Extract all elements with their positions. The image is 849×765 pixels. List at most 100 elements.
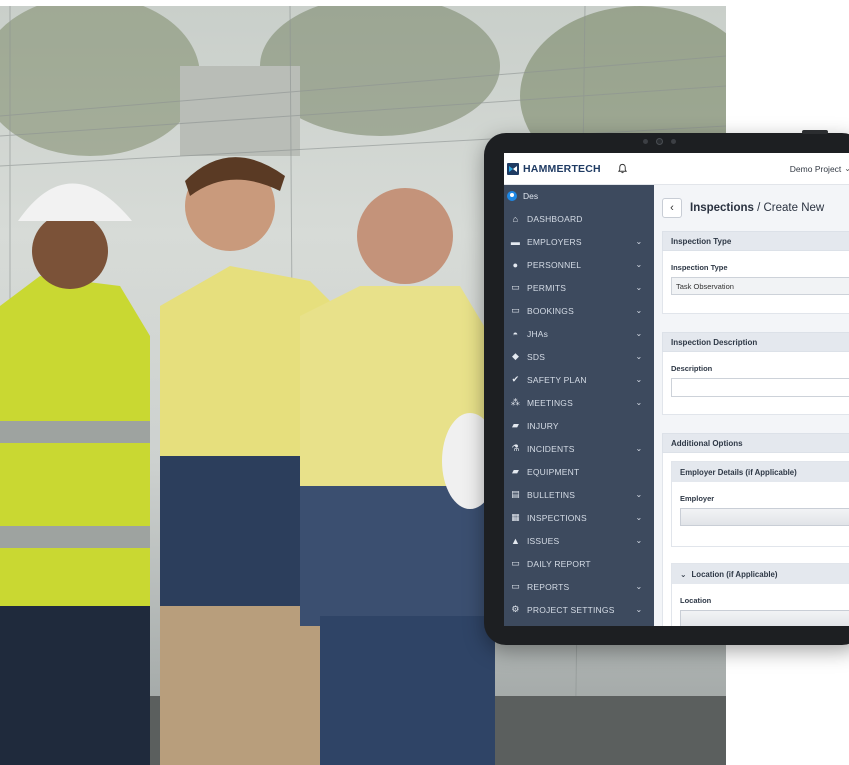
sidebar: Des ⌂ Dashboard ▬ Employers ⌄ ● Personne…: [504, 185, 654, 626]
sidebar-item-dashboard[interactable]: ⌂ Dashboard: [504, 207, 654, 230]
location-header[interactable]: ⌄ Location (if Applicable): [672, 564, 849, 584]
inspection-type-card: Inspection Type Task Observation: [662, 251, 849, 314]
sidebar-item-jhas[interactable]: ◓ JHAs ⌄: [504, 322, 654, 345]
sidebar-item-label: JHAs: [527, 328, 549, 339]
sidebar-item-injury[interactable]: ▰ Injury: [504, 414, 654, 437]
main-content: ‹ Inspections / Create New Inspection Ty…: [654, 185, 849, 626]
sidebar-item-label: Meetings: [527, 397, 573, 408]
sidebar-item-label: Equipment: [527, 466, 580, 477]
calendar-icon: ▭: [511, 558, 520, 568]
sidebar-item-label: SDS: [527, 351, 546, 362]
inspection-type-value: Task Observation: [676, 281, 734, 291]
page-title: Inspections / Create New: [690, 202, 824, 214]
sidebar-item-label: Daily Report: [527, 558, 591, 569]
brand-logo[interactable]: HAMMERTECH: [507, 162, 601, 175]
sidebar-item-daily-report[interactable]: ▭ Daily Report: [504, 552, 654, 575]
document-icon: ▤: [511, 489, 520, 499]
description-input[interactable]: [671, 378, 849, 397]
warning-icon: ▲: [510, 535, 521, 546]
back-button[interactable]: ‹: [662, 198, 682, 218]
sidebar-item-label: Incidents: [527, 443, 575, 454]
sidebar-item-label: Injury: [527, 420, 559, 431]
sidebar-item-label: Safety Plan: [527, 374, 587, 385]
location-select[interactable]: [680, 610, 849, 626]
chevron-down-icon: ⌄: [635, 306, 643, 315]
sidebar-item-project-settings[interactable]: ⚙ Project Settings ⌄: [504, 598, 654, 621]
sidebar-item-label: Dashboard: [527, 213, 583, 224]
app-screen: HAMMERTECH Demo Project ⌄ Des ⌂ Dashboar…: [504, 153, 849, 626]
sidebar-item-bulletins[interactable]: ▤ Bulletins ⌄: [504, 483, 654, 506]
location-card: ⌄ Location (if Applicable) Location: [671, 563, 849, 626]
sidebar-item-label: Issues: [527, 535, 560, 546]
sidebar-item-label: Inspections: [527, 512, 587, 523]
description-label: Description: [671, 364, 713, 373]
employer-details-card: Employer Details (if Applicable) Employe…: [671, 461, 849, 547]
user-avatar-icon: [507, 191, 517, 201]
chevron-down-icon: ⌄: [635, 605, 643, 614]
chevron-down-icon: ⌄: [680, 569, 687, 579]
chevron-down-icon: ⌄: [635, 444, 643, 453]
chevron-down-icon: ⌄: [635, 283, 643, 292]
location-header-label: Location (if Applicable): [691, 569, 778, 579]
chevron-down-icon: ⌄: [635, 375, 643, 384]
chevron-down-icon: ⌄: [635, 329, 643, 338]
employer-details-header[interactable]: Employer Details (if Applicable): [672, 462, 849, 482]
sidebar-item-employers[interactable]: ▬ Employers ⌄: [504, 230, 654, 253]
group-icon: ⁂: [510, 397, 521, 407]
sidebar-item-safety-plan[interactable]: ✔ Safety Plan ⌄: [504, 368, 654, 391]
sidebar-item-equipment[interactable]: ▰ Equipment: [504, 460, 654, 483]
tablet-device: HAMMERTECH Demo Project ⌄ Des ⌂ Dashboar…: [484, 130, 849, 645]
sidebar-item-personnel[interactable]: ● Personnel ⌄: [504, 253, 654, 276]
sidebar-item-inspections[interactable]: ▦ Inspections ⌄: [504, 506, 654, 529]
check-circle-icon: ✔: [511, 374, 520, 384]
sidebar-item-label: Permits: [527, 282, 567, 293]
chevron-down-icon: ⌄: [635, 490, 643, 499]
chevron-down-icon: ⌄: [635, 260, 643, 269]
chevron-down-icon: ⌄: [635, 536, 643, 545]
sidebar-item-incidents[interactable]: ⚗ Incidents ⌄: [504, 437, 654, 460]
truck-icon: ▰: [511, 466, 520, 476]
employer-label: Employer: [680, 494, 715, 503]
bell-icon[interactable]: [617, 163, 628, 174]
sidebar-item-label: Bulletins: [527, 489, 576, 500]
location-label: Location: [680, 596, 712, 605]
page-header: ‹ Inspections / Create New: [654, 185, 849, 231]
project-selector[interactable]: Demo Project ⌄: [790, 164, 849, 174]
sidebar-user[interactable]: Des: [504, 185, 654, 207]
sidebar-item-issues[interactable]: ▲ Issues ⌄: [504, 529, 654, 552]
chevron-down-icon: ⌄: [635, 513, 643, 522]
tablet-power-button: [802, 130, 828, 134]
card-icon: ▭: [511, 305, 520, 315]
additional-options-section-header: Additional Options: [662, 433, 849, 453]
inspection-description-card: Description: [662, 352, 849, 415]
flask-icon: ⚗: [511, 443, 520, 453]
inspection-type-select[interactable]: Task Observation: [671, 277, 849, 295]
sidebar-item-sds[interactable]: ◆ SDS ⌄: [504, 345, 654, 368]
chevron-down-icon: ⌄: [635, 398, 643, 407]
sidebar-item-label: Reports: [527, 581, 570, 592]
bandage-icon: ▰: [511, 420, 520, 430]
sidebar-item-permits[interactable]: ▭ Permits ⌄: [504, 276, 654, 299]
project-name: Demo Project: [789, 163, 842, 174]
chevron-down-icon: ⌄: [635, 582, 643, 591]
page-title-action: / Create New: [753, 202, 825, 214]
clipboard-icon: ▦: [511, 512, 520, 522]
inspection-type-section-header: Inspection Type: [662, 231, 849, 251]
sidebar-item-reports[interactable]: ▭ Reports ⌄: [504, 575, 654, 598]
sidebar-item-bookings[interactable]: ▭ Bookings ⌄: [504, 299, 654, 322]
employer-select[interactable]: [680, 508, 849, 526]
chevron-down-icon: ⌄: [635, 352, 643, 361]
card-icon: ▭: [511, 581, 520, 591]
sidebar-item-meetings[interactable]: ⁂ Meetings ⌄: [504, 391, 654, 414]
hardhat-icon: ◓: [512, 328, 519, 339]
diamond-icon: ◆: [511, 351, 520, 361]
brand-name: HAMMERTECH: [523, 162, 601, 175]
sidebar-item-label: Project Settings: [527, 604, 615, 615]
sidebar-item-label: Bookings: [527, 305, 574, 316]
inspection-type-label: Inspection Type: [671, 263, 728, 272]
page-title-section: Inspections: [690, 202, 754, 214]
sidebar-item-label: Employers: [527, 236, 582, 247]
chevron-down-icon: ⌄: [635, 237, 643, 246]
home-icon: ⌂: [512, 213, 519, 224]
sidebar-item-label: Personnel: [527, 259, 582, 270]
